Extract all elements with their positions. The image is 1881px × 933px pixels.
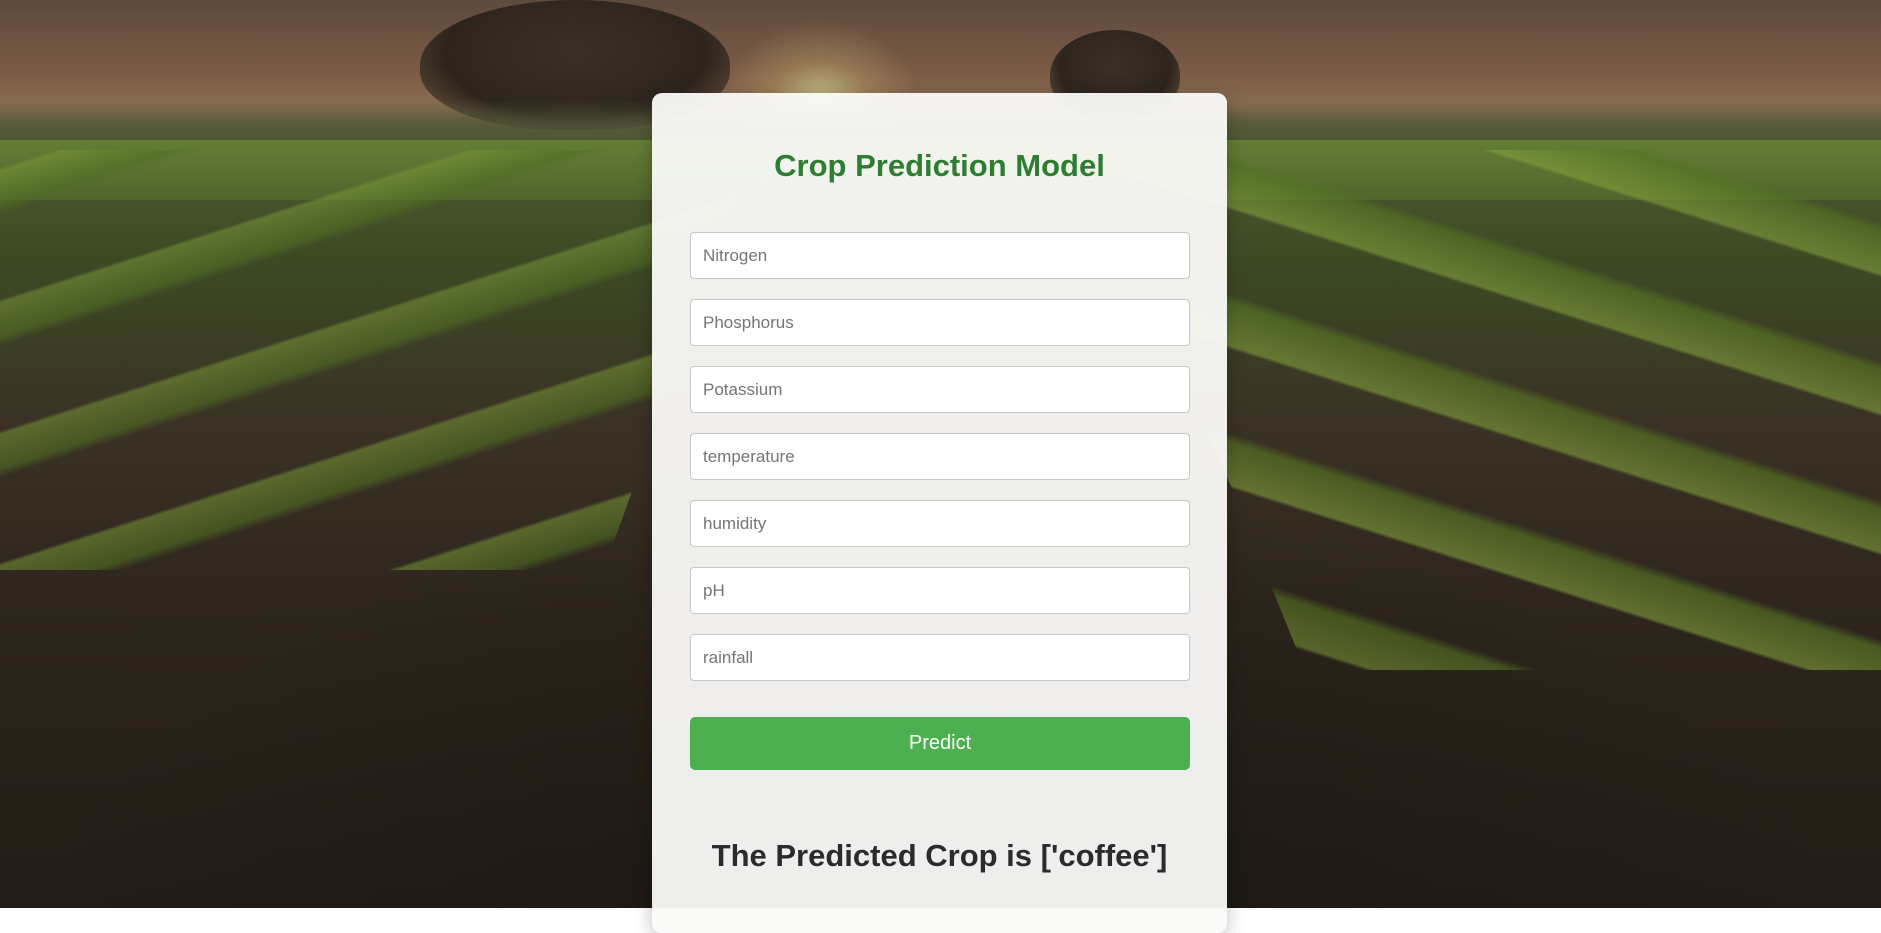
phosphorus-input[interactable] [690,299,1190,346]
temperature-input[interactable] [690,433,1190,480]
predict-button[interactable]: Predict [690,717,1190,770]
ph-input[interactable] [690,567,1190,614]
potassium-input[interactable] [690,366,1190,413]
rainfall-input[interactable] [690,634,1190,681]
prediction-form-card: Crop Prediction Model Predict The Predic… [652,93,1227,933]
prediction-result: The Predicted Crop is ['coffee'] [711,838,1168,873]
humidity-input[interactable] [690,500,1190,547]
nitrogen-input[interactable] [690,232,1190,279]
page-title: Crop Prediction Model [774,148,1105,183]
